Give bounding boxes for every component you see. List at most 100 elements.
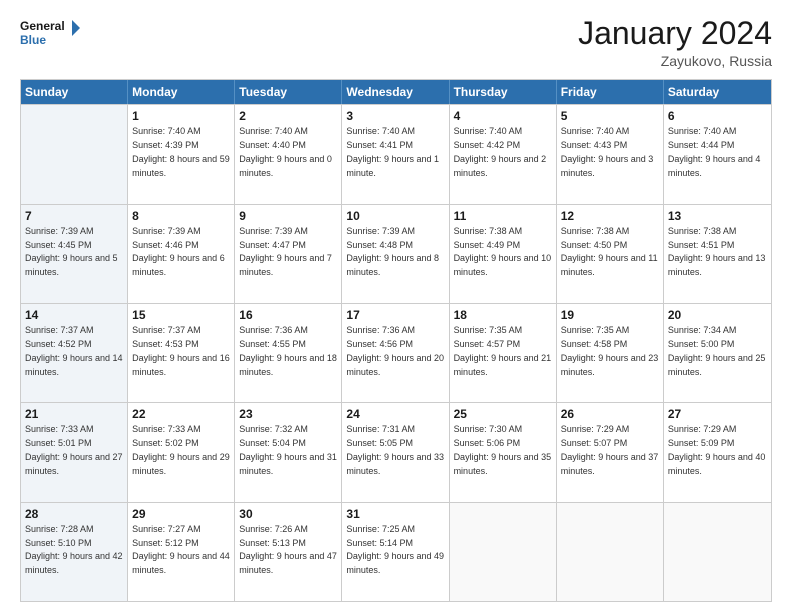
daylight-text: Daylight: 9 hours and 35 minutes. xyxy=(454,452,552,476)
day-number: 17 xyxy=(346,307,444,323)
sunrise-text: Sunrise: 7:25 AM xyxy=(346,524,415,534)
day-number: 26 xyxy=(561,406,659,422)
sunrise-text: Sunrise: 7:36 AM xyxy=(239,325,308,335)
sunrise-text: Sunrise: 7:35 AM xyxy=(561,325,630,335)
sunrise-text: Sunrise: 7:38 AM xyxy=(561,226,630,236)
daylight-text: Daylight: 9 hours and 6 minutes. xyxy=(132,253,225,277)
cal-cell-6: 6 Sunrise: 7:40 AM Sunset: 4:44 PM Dayli… xyxy=(664,105,771,203)
day-number: 28 xyxy=(25,506,123,522)
sunset-text: Sunset: 5:13 PM xyxy=(239,538,306,548)
day-number: 7 xyxy=(25,208,123,224)
day-number: 11 xyxy=(454,208,552,224)
daylight-text: Daylight: 9 hours and 31 minutes. xyxy=(239,452,337,476)
sunset-text: Sunset: 4:53 PM xyxy=(132,339,199,349)
page: General Blue January 2024 Zayukovo, Russ… xyxy=(0,0,792,612)
daylight-text: Daylight: 9 hours and 8 minutes. xyxy=(346,253,439,277)
sunrise-text: Sunrise: 7:39 AM xyxy=(132,226,201,236)
day-header-friday: Friday xyxy=(557,80,664,104)
daylight-text: Daylight: 9 hours and 11 minutes. xyxy=(561,253,658,277)
cal-cell-7: 7 Sunrise: 7:39 AM Sunset: 4:45 PM Dayli… xyxy=(21,205,128,303)
sunrise-text: Sunrise: 7:27 AM xyxy=(132,524,201,534)
daylight-text: Daylight: 9 hours and 3 minutes. xyxy=(561,154,654,178)
day-number: 12 xyxy=(561,208,659,224)
day-number: 9 xyxy=(239,208,337,224)
week-row-4: 28 Sunrise: 7:28 AM Sunset: 5:10 PM Dayl… xyxy=(21,502,771,601)
cal-cell-14: 14 Sunrise: 7:37 AM Sunset: 4:52 PM Dayl… xyxy=(21,304,128,402)
daylight-text: Daylight: 9 hours and 18 minutes. xyxy=(239,353,337,377)
daylight-text: Daylight: 9 hours and 2 minutes. xyxy=(454,154,547,178)
sunrise-text: Sunrise: 7:40 AM xyxy=(239,126,308,136)
daylight-text: Daylight: 9 hours and 5 minutes. xyxy=(25,253,118,277)
cal-cell-empty-4-4 xyxy=(450,503,557,601)
cal-cell-31: 31 Sunrise: 7:25 AM Sunset: 5:14 PM Dayl… xyxy=(342,503,449,601)
daylight-text: Daylight: 9 hours and 29 minutes. xyxy=(132,452,230,476)
cal-cell-12: 12 Sunrise: 7:38 AM Sunset: 4:50 PM Dayl… xyxy=(557,205,664,303)
day-number: 13 xyxy=(668,208,767,224)
sunrise-text: Sunrise: 7:28 AM xyxy=(25,524,94,534)
week-row-3: 21 Sunrise: 7:33 AM Sunset: 5:01 PM Dayl… xyxy=(21,402,771,501)
cal-cell-29: 29 Sunrise: 7:27 AM Sunset: 5:12 PM Dayl… xyxy=(128,503,235,601)
day-number: 31 xyxy=(346,506,444,522)
sunset-text: Sunset: 4:39 PM xyxy=(132,140,199,150)
daylight-text: Daylight: 9 hours and 10 minutes. xyxy=(454,253,552,277)
day-number: 21 xyxy=(25,406,123,422)
cal-cell-22: 22 Sunrise: 7:33 AM Sunset: 5:02 PM Dayl… xyxy=(128,403,235,501)
day-number: 1 xyxy=(132,108,230,124)
daylight-text: Daylight: 9 hours and 40 minutes. xyxy=(668,452,766,476)
sunset-text: Sunset: 5:12 PM xyxy=(132,538,199,548)
day-number: 4 xyxy=(454,108,552,124)
day-header-sunday: Sunday xyxy=(21,80,128,104)
cal-cell-empty-4-5 xyxy=(557,503,664,601)
header: General Blue January 2024 Zayukovo, Russ… xyxy=(20,16,772,69)
sunrise-text: Sunrise: 7:30 AM xyxy=(454,424,523,434)
day-number: 2 xyxy=(239,108,337,124)
sunset-text: Sunset: 4:49 PM xyxy=(454,240,521,250)
sunset-text: Sunset: 5:07 PM xyxy=(561,438,628,448)
sunset-text: Sunset: 4:47 PM xyxy=(239,240,306,250)
cal-cell-3: 3 Sunrise: 7:40 AM Sunset: 4:41 PM Dayli… xyxy=(342,105,449,203)
day-number: 8 xyxy=(132,208,230,224)
sunrise-text: Sunrise: 7:40 AM xyxy=(346,126,415,136)
cal-cell-11: 11 Sunrise: 7:38 AM Sunset: 4:49 PM Dayl… xyxy=(450,205,557,303)
day-number: 3 xyxy=(346,108,444,124)
daylight-text: Daylight: 9 hours and 13 minutes. xyxy=(668,253,766,277)
sunrise-text: Sunrise: 7:39 AM xyxy=(239,226,308,236)
week-row-0: 1 Sunrise: 7:40 AM Sunset: 4:39 PM Dayli… xyxy=(21,104,771,203)
sunrise-text: Sunrise: 7:29 AM xyxy=(561,424,630,434)
subtitle: Zayukovo, Russia xyxy=(578,53,772,69)
cal-cell-24: 24 Sunrise: 7:31 AM Sunset: 5:05 PM Dayl… xyxy=(342,403,449,501)
calendar-header: SundayMondayTuesdayWednesdayThursdayFrid… xyxy=(21,80,771,104)
cal-cell-13: 13 Sunrise: 7:38 AM Sunset: 4:51 PM Dayl… xyxy=(664,205,771,303)
logo: General Blue xyxy=(20,16,80,52)
sunset-text: Sunset: 4:43 PM xyxy=(561,140,628,150)
day-number: 25 xyxy=(454,406,552,422)
logo-svg: General Blue xyxy=(20,16,80,52)
day-number: 15 xyxy=(132,307,230,323)
sunrise-text: Sunrise: 7:31 AM xyxy=(346,424,415,434)
daylight-text: Daylight: 9 hours and 4 minutes. xyxy=(668,154,761,178)
sunrise-text: Sunrise: 7:29 AM xyxy=(668,424,737,434)
daylight-text: Daylight: 9 hours and 33 minutes. xyxy=(346,452,444,476)
sunset-text: Sunset: 5:04 PM xyxy=(239,438,306,448)
day-number: 14 xyxy=(25,307,123,323)
day-header-tuesday: Tuesday xyxy=(235,80,342,104)
daylight-text: Daylight: 9 hours and 21 minutes. xyxy=(454,353,552,377)
daylight-text: Daylight: 9 hours and 0 minutes. xyxy=(239,154,332,178)
day-header-wednesday: Wednesday xyxy=(342,80,449,104)
sunset-text: Sunset: 5:02 PM xyxy=(132,438,199,448)
cal-cell-10: 10 Sunrise: 7:39 AM Sunset: 4:48 PM Dayl… xyxy=(342,205,449,303)
day-number: 16 xyxy=(239,307,337,323)
cal-cell-15: 15 Sunrise: 7:37 AM Sunset: 4:53 PM Dayl… xyxy=(128,304,235,402)
cal-cell-17: 17 Sunrise: 7:36 AM Sunset: 4:56 PM Dayl… xyxy=(342,304,449,402)
daylight-text: Daylight: 9 hours and 42 minutes. xyxy=(25,551,123,575)
daylight-text: Daylight: 9 hours and 20 minutes. xyxy=(346,353,444,377)
cal-cell-20: 20 Sunrise: 7:34 AM Sunset: 5:00 PM Dayl… xyxy=(664,304,771,402)
svg-text:Blue: Blue xyxy=(20,33,46,47)
sunrise-text: Sunrise: 7:34 AM xyxy=(668,325,737,335)
cal-cell-18: 18 Sunrise: 7:35 AM Sunset: 4:57 PM Dayl… xyxy=(450,304,557,402)
day-header-thursday: Thursday xyxy=(450,80,557,104)
day-number: 19 xyxy=(561,307,659,323)
sunset-text: Sunset: 4:41 PM xyxy=(346,140,413,150)
cal-cell-empty-4-6 xyxy=(664,503,771,601)
day-number: 23 xyxy=(239,406,337,422)
